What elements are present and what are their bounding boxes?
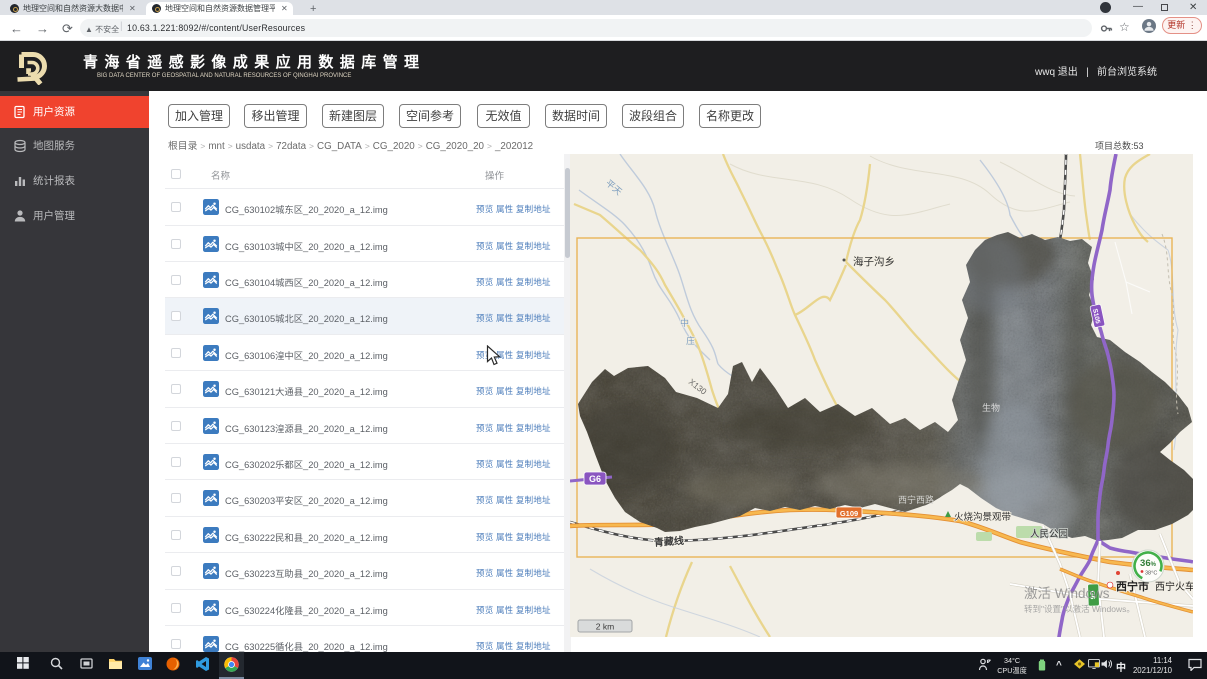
svg-text:火烧沟景观带: 火烧沟景观带 bbox=[954, 511, 1012, 523]
svg-text:G109: G109 bbox=[840, 509, 858, 518]
svg-text:庄: 庄 bbox=[686, 335, 695, 346]
svg-text:人民公园: 人民公园 bbox=[1030, 529, 1068, 540]
svg-text:G6: G6 bbox=[589, 474, 601, 484]
svg-text:激活 Windows: 激活 Windows bbox=[1024, 586, 1110, 601]
svg-text:西宁西路: 西宁西路 bbox=[898, 494, 934, 505]
svg-text:38°C: 38°C bbox=[1145, 571, 1157, 577]
svg-text:西宁火车: 西宁火车 bbox=[1155, 580, 1193, 593]
svg-text:2 km: 2 km bbox=[596, 622, 614, 632]
svg-text:转到"设置"以激活 Windows。: 转到"设置"以激活 Windows。 bbox=[1024, 604, 1135, 614]
svg-text:海子沟乡: 海子沟乡 bbox=[853, 255, 895, 268]
svg-text:生物: 生物 bbox=[982, 402, 1000, 413]
svg-text:中: 中 bbox=[680, 317, 689, 328]
